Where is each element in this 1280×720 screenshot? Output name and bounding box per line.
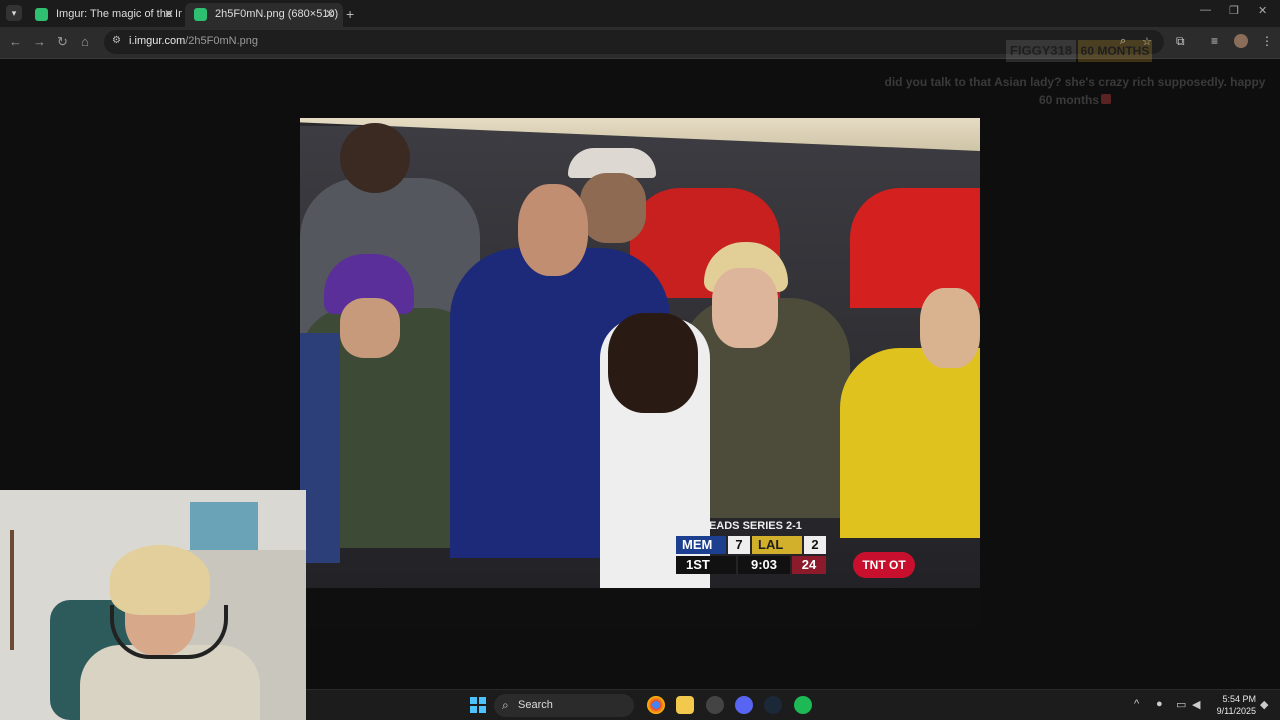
- spectator-face: [712, 268, 778, 348]
- windows-start-icon[interactable]: [470, 697, 486, 713]
- taskbar-search[interactable]: ⌕ Search: [494, 694, 634, 717]
- shot-clock: 24: [792, 556, 826, 574]
- notification-bell-icon[interactable]: ◆: [1260, 698, 1268, 711]
- media-icon[interactable]: ≡: [1211, 34, 1218, 48]
- new-tab-icon[interactable]: +: [346, 3, 354, 25]
- tab-search-menu-icon[interactable]: ▾: [6, 5, 22, 21]
- close-tab-icon[interactable]: ✕: [325, 3, 335, 25]
- chrome-icon[interactable]: [647, 696, 665, 714]
- sub-months: 60 MONTHS: [1078, 40, 1152, 62]
- sub-alert: FIGGY318 60 MONTHS: [1006, 40, 1152, 62]
- spectator-face: [920, 288, 980, 368]
- spotify-icon[interactable]: [794, 696, 812, 714]
- team1-name: MEM: [676, 536, 726, 554]
- forward-arrow-icon[interactable]: →: [33, 34, 46, 49]
- webcam-overlay: [0, 490, 306, 720]
- search-icon: ⌕: [502, 698, 509, 712]
- url-text[interactable]: i.imgur.com/2h5F0mN.png: [129, 35, 258, 47]
- home-icon[interactable]: ⌂: [81, 34, 89, 49]
- minimize-icon[interactable]: —: [1200, 4, 1211, 16]
- spectator-blue-sleeve: [300, 333, 340, 563]
- tv-scorebug: LAL LEADS SERIES 2-1 MEM 7 LAL 2 1ST 9:0…: [672, 520, 850, 580]
- headset-icon: [110, 605, 228, 659]
- game-period: 1ST: [676, 556, 736, 574]
- browser-tab-strip: ▾ Imgur: The magic of the Interne ✕ 2h5F…: [0, 0, 1280, 27]
- site-info-icon[interactable]: ⚙: [112, 35, 124, 47]
- address-bar[interactable]: ⚙ i.imgur.com/2h5F0mN.png ⌕ ☆: [104, 30, 1164, 54]
- steam-icon[interactable]: [764, 696, 782, 714]
- team1-score: 7: [728, 536, 750, 554]
- close-tab-icon[interactable]: ✕: [164, 3, 174, 25]
- search-label: Search: [518, 699, 553, 711]
- system-clock[interactable]: 5:54 PM 9/11/2025: [1212, 693, 1256, 717]
- tab-imgur[interactable]: Imgur: The magic of the Interne ✕: [26, 3, 182, 27]
- spectator-face: [580, 173, 646, 243]
- tnt-ot-logo: TNT OT: [853, 552, 915, 578]
- imgur-favicon-icon: [35, 8, 48, 21]
- profile-avatar[interactable]: [1234, 34, 1248, 48]
- coach-face: [518, 184, 588, 276]
- back-arrow-icon[interactable]: ←: [9, 34, 22, 49]
- tab-title: 2h5F0mN.png (680×510): [215, 8, 339, 20]
- microphone-icon[interactable]: ●: [1156, 698, 1163, 710]
- puzzle-icon[interactable]: ⧉: [1176, 34, 1185, 49]
- app-icon[interactable]: [706, 696, 724, 714]
- heart-emoji-icon: [1101, 94, 1111, 104]
- team2-name: LAL: [752, 536, 802, 554]
- webcam-window: [190, 502, 258, 550]
- network-icon[interactable]: ▭: [1176, 698, 1186, 711]
- spectator-face: [340, 298, 400, 358]
- clock-time: 5:54 PM: [1222, 694, 1256, 704]
- tray-chevron-icon[interactable]: ^: [1134, 698, 1139, 710]
- file-explorer-icon[interactable]: [676, 696, 694, 714]
- kebab-menu-icon[interactable]: ⋮: [1261, 34, 1273, 48]
- sub-message: did you talk to that Asian lady? she's c…: [884, 75, 1266, 107]
- player-hair: [608, 313, 698, 413]
- volume-icon[interactable]: ◀: [1192, 698, 1200, 711]
- spectator-head: [340, 123, 410, 193]
- spectator-yellow-shirt: [840, 348, 980, 538]
- close-window-icon[interactable]: ✕: [1258, 4, 1267, 17]
- reload-icon[interactable]: ↻: [57, 34, 68, 50]
- restore-icon[interactable]: ❐: [1229, 4, 1239, 17]
- imgur-favicon-icon: [194, 8, 207, 21]
- game-clock: 9:03: [738, 556, 790, 574]
- clock-date: 9/11/2025: [1216, 706, 1256, 716]
- screen: ▾ Imgur: The magic of the Interne ✕ 2h5F…: [0, 0, 1280, 720]
- sub-name: FIGGY318: [1006, 40, 1076, 62]
- series-status: LAL LEADS SERIES 2-1: [678, 520, 802, 532]
- tab-image[interactable]: 2h5F0mN.png (680×510) ✕: [185, 3, 343, 27]
- team2-score: 2: [804, 536, 826, 554]
- windows-taskbar: ⌕ Search ^ ● ▭ ◀ 5:54 PM 9/11/2025 ◆: [306, 689, 1280, 720]
- streamer: [80, 545, 260, 720]
- image-floor: [300, 588, 980, 628]
- discord-icon[interactable]: [735, 696, 753, 714]
